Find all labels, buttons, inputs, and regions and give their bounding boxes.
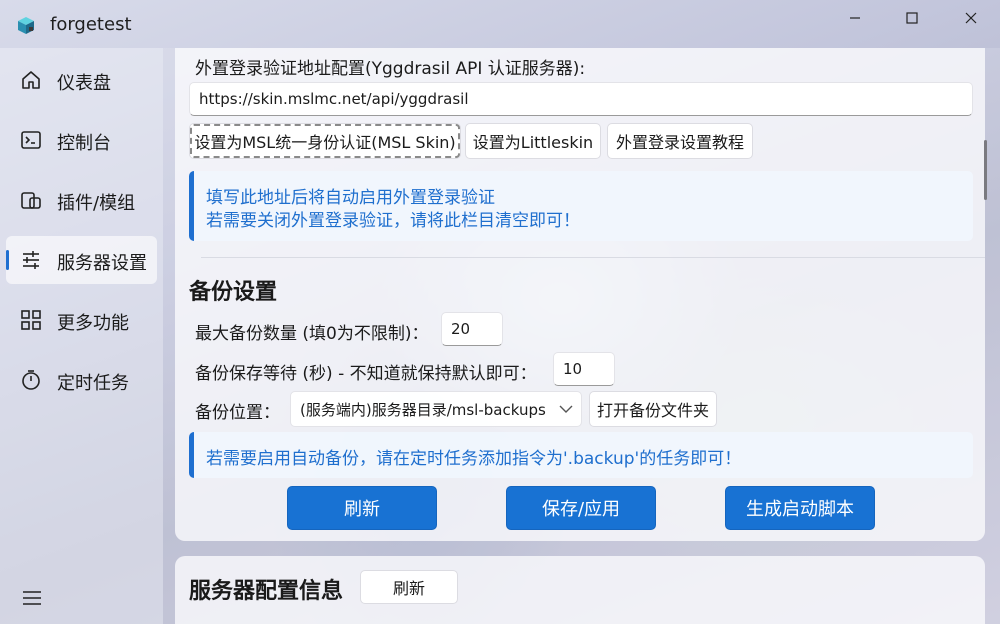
active-indicator — [6, 250, 9, 270]
maximize-button[interactable] — [883, 0, 941, 36]
refresh-button[interactable]: 刷新 — [287, 486, 437, 530]
backup-location-value: (服务端内)服务器目录/msl-backups — [300, 400, 546, 419]
auth-info-line2: 若需要关闭外置登录验证，请将此栏目清空即可！ — [206, 211, 580, 231]
auth-info-line1: 填写此地址后将自动启用外置登录验证 — [206, 188, 495, 208]
server-info-card: 服务器配置信息 刷新 — [175, 556, 985, 624]
title-bar: forgetest — [0, 0, 1000, 48]
grid-icon — [21, 310, 41, 330]
server-info-title: 服务器配置信息 — [189, 579, 344, 604]
sidebar-item-label: 服务器设置 — [57, 253, 147, 274]
open-backup-folder-button[interactable]: 打开备份文件夹 — [589, 391, 717, 427]
auth-tutorial-button[interactable]: 外置登录设置教程 — [607, 123, 753, 159]
minimize-button[interactable] — [826, 0, 884, 36]
sidebar-item-more[interactable]: 更多功能 — [6, 296, 157, 344]
console-icon — [21, 131, 41, 149]
close-icon — [965, 12, 977, 24]
backup-wait-input[interactable]: 10 — [553, 352, 615, 386]
sidebar-item-label: 插件/模组 — [57, 193, 136, 214]
sidebar-item-scheduled-tasks[interactable]: 定时任务 — [6, 356, 157, 404]
auth-label: 外置登录验证地址配置(Yggdrasil API 认证服务器): — [195, 59, 586, 79]
max-backup-input[interactable]: 20 — [441, 312, 503, 346]
max-backup-label: 最大备份数量 (填0为不限制)： — [195, 324, 429, 344]
main-content: 外置登录验证地址配置(Yggdrasil API 认证服务器): https:/… — [163, 48, 1000, 624]
sidebar-item-plugins[interactable]: 插件/模组 — [6, 176, 157, 224]
sidebar-item-label: 仪表盘 — [57, 73, 111, 94]
generate-script-button[interactable]: 生成启动脚本 — [725, 486, 875, 530]
backup-info-bar: 若需要启用自动备份，请在定时任务添加指令为'.backup'的任务即可！ — [189, 432, 973, 478]
sidebar-item-server-settings[interactable]: 服务器设置 — [6, 236, 157, 284]
scrollbar[interactable] — [984, 140, 987, 200]
home-icon — [22, 71, 40, 89]
sidebar-item-label: 更多功能 — [57, 313, 129, 334]
sidebar-item-dashboard[interactable]: 仪表盘 — [6, 56, 157, 104]
minimize-icon — [850, 17, 860, 19]
set-littleskin-button[interactable]: 设置为Littleskin — [465, 123, 601, 159]
backup-info-text: 若需要启用自动备份，请在定时任务添加指令为'.backup'的任务即可！ — [206, 449, 742, 469]
sliders-icon — [23, 251, 39, 269]
maximize-icon — [906, 12, 918, 24]
set-msl-skin-button[interactable]: 设置为MSL统一身份认证(MSL Skin) — [189, 123, 461, 159]
save-apply-button[interactable]: 保存/应用 — [506, 486, 656, 530]
window-title: forgetest — [50, 14, 132, 35]
timer-icon — [22, 370, 40, 390]
app-logo-icon — [18, 17, 34, 34]
close-button[interactable] — [942, 0, 1000, 36]
backup-section-title: 备份设置 — [189, 280, 278, 305]
chevron-down-icon — [559, 405, 573, 413]
plugins-icon — [21, 192, 41, 209]
server-info-refresh-button[interactable]: 刷新 — [360, 570, 458, 604]
auth-url-input[interactable]: https://skin.mslmc.net/api/yggdrasil — [189, 82, 973, 116]
backup-wait-label: 备份保存等待 (秒) - 不知道就保持默认即可： — [195, 364, 537, 384]
sidebar: 仪表盘 控制台 插件/模组 服务器设置 更多功能 定时任务 — [0, 48, 163, 624]
hamburger-icon[interactable] — [20, 586, 44, 610]
sidebar-item-label: 控制台 — [57, 133, 111, 154]
section-divider — [201, 257, 985, 258]
sidebar-item-console[interactable]: 控制台 — [6, 116, 157, 164]
settings-card: 外置登录验证地址配置(Yggdrasil API 认证服务器): https:/… — [175, 48, 985, 541]
auth-info-bar: 填写此地址后将自动启用外置登录验证 若需要关闭外置登录验证，请将此栏目清空即可！ — [189, 171, 973, 241]
backup-location-label: 备份位置： — [195, 403, 280, 423]
backup-location-select[interactable]: (服务端内)服务器目录/msl-backups — [290, 391, 582, 427]
sidebar-item-label: 定时任务 — [57, 373, 129, 394]
